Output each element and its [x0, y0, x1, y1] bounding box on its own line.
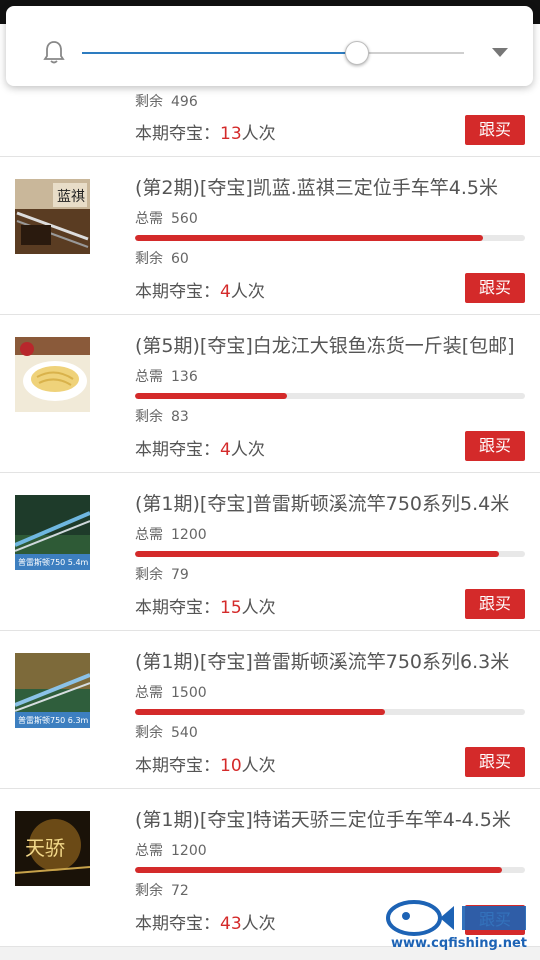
follow-buy-button[interactable]: 跟买: [465, 589, 525, 619]
item-title[interactable]: (第1期)[夺宝]普雷斯顿溪流竿750系列6.3米: [135, 647, 525, 674]
brightness-slider-fill: [82, 52, 358, 54]
list-item[interactable]: 蓝祺 (第2期)[夺宝]凯蓝.蓝祺三定位手车竿4.5米 总需 560 剩余 60 本…: [0, 157, 540, 315]
follow-buy-button[interactable]: 跟买: [465, 115, 525, 145]
svg-text:普雷斯顿750 5.4m: 普雷斯顿750 5.4m: [18, 557, 89, 567]
progress-bar-fill: [135, 235, 484, 241]
list-item[interactable]: (第5期)[夺宝]白龙江大银鱼冻货一斤装[包邮] 总需 136 剩余 83 本期夺宝…: [0, 315, 540, 473]
brightness-slider[interactable]: [82, 41, 464, 65]
site-watermark: www.cqfishing.net: [384, 896, 534, 956]
progress-bar: [135, 393, 525, 399]
progress-bar: [135, 867, 525, 873]
brightness-slider-thumb[interactable]: [345, 41, 370, 65]
bell-icon[interactable]: [42, 39, 66, 65]
total-text: 总需 1200: [135, 843, 207, 859]
item-title[interactable]: (第1期)[夺宝]普雷斯顿溪流竿750系列5.4米: [135, 489, 525, 516]
remain-text: 剩余 72: [135, 883, 189, 899]
svg-text:普雷斯顿750 6.3m: 普雷斯顿750 6.3m: [18, 715, 89, 725]
period-participation: 本期夺宝：4人次: [135, 440, 265, 460]
progress-bar: [135, 709, 525, 715]
list-item[interactable]: 普雷斯顿750 6.3m (第1期)[夺宝]普雷斯顿溪流竿750系列6.3米 总…: [0, 631, 540, 789]
preston-rod-image[interactable]: 普雷斯顿750 6.3m: [15, 653, 90, 728]
period-participation: 本期夺宝：15人次: [135, 598, 276, 618]
progress-bar-fill: [135, 867, 502, 873]
watermark-url: www.cqfishing.net: [390, 936, 528, 951]
remain-text: 剩余 83: [135, 409, 189, 425]
progress-bar: [135, 235, 525, 241]
item-title[interactable]: (第1期)[夺宝]特诺天骄三定位手车竿4-4.5米: [135, 805, 525, 832]
item-title[interactable]: (第5期)[夺宝]白龙江大银鱼冻货一斤装[包邮]: [135, 331, 525, 358]
site-logo-icon: [386, 900, 526, 936]
remain-text: 剩余 496: [135, 94, 198, 110]
total-text: 总需 136: [135, 369, 198, 385]
remain-text: 剩余 60: [135, 251, 189, 267]
fishing-rod-box-image[interactable]: 蓝祺: [15, 179, 90, 254]
remain-text: 剩余 79: [135, 567, 189, 583]
total-text: 总需 1500: [135, 685, 207, 701]
remain-text: 剩余 540: [135, 725, 198, 741]
svg-text:天骄: 天骄: [25, 836, 65, 860]
total-text: 总需 1200: [135, 527, 207, 543]
list-item[interactable]: 普雷斯顿750 5.4m (第1期)[夺宝]普雷斯顿溪流竿750系列5.4米 总…: [0, 473, 540, 631]
progress-bar-fill: [135, 709, 385, 715]
progress-bar: [135, 551, 525, 557]
period-participation: 本期夺宝：43人次: [135, 914, 276, 934]
period-participation: 本期夺宝：4人次: [135, 282, 265, 302]
period-participation: 本期夺宝：13人次: [135, 124, 276, 144]
progress-bar-fill: [135, 551, 500, 557]
expand-chevron-down-icon[interactable]: [492, 48, 508, 57]
silverfish-plate-image[interactable]: [15, 337, 90, 412]
follow-buy-button[interactable]: 跟买: [465, 273, 525, 303]
progress-bar-fill: [135, 393, 288, 399]
follow-buy-button[interactable]: 跟买: [465, 431, 525, 461]
list-item[interactable]: 剩余 496 本期夺宝：13人次 跟买: [0, 84, 540, 157]
tianjiao-rod-image[interactable]: 天骄: [15, 811, 90, 886]
item-title[interactable]: (第2期)[夺宝]凯蓝.蓝祺三定位手车竿4.5米: [135, 173, 525, 200]
follow-buy-button[interactable]: 跟买: [465, 747, 525, 777]
snatch-list: 剩余 496 本期夺宝：13人次 跟买 蓝祺 (第2期)[夺宝]凯蓝.蓝祺三定位手…: [0, 84, 540, 947]
preston-rod-image[interactable]: 普雷斯顿750 5.4m: [15, 495, 90, 570]
total-text: 总需 560: [135, 211, 198, 227]
period-participation: 本期夺宝：10人次: [135, 756, 276, 776]
brightness-panel: [6, 6, 533, 86]
svg-text:蓝祺: 蓝祺: [57, 189, 85, 205]
